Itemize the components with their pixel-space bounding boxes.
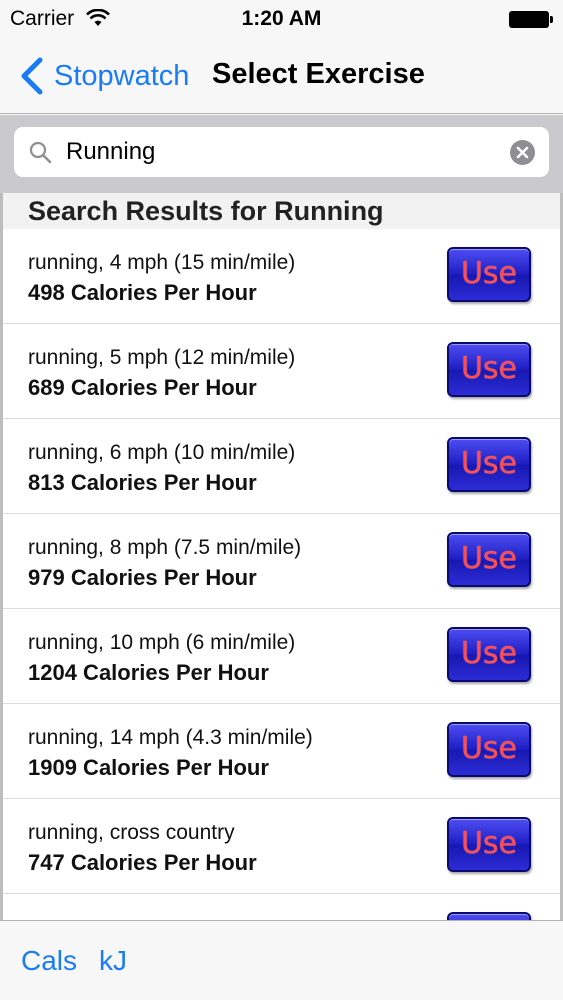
bottom-toolbar: Cals kJ [0,920,563,1000]
use-button[interactable]: Use [447,532,531,587]
back-label: Stopwatch [54,59,190,92]
back-button[interactable]: Stopwatch [18,54,189,98]
exercise-name: running, 4 mph (15 min/mile) [28,251,296,274]
clear-search-button[interactable] [510,140,535,165]
exercise-name: running, 5 mph (12 min/mile) [28,346,296,369]
use-button[interactable]: Use [447,627,531,682]
use-button[interactable]: Use [447,722,531,777]
list-item[interactable]: running, 5 mph (12 min/mile) 689 Calories… [3,324,560,419]
list-item[interactable]: running, 8 mph (7.5 min/mile) 979 Calorie… [3,514,560,609]
section-header: Search Results for Running [3,193,560,229]
calories-per-hour: 979 Calories Per Hour [28,565,257,590]
search-bar [0,115,563,193]
kj-button[interactable]: kJ [99,945,127,977]
use-button[interactable]: Use [447,437,531,492]
search-field[interactable] [14,127,549,177]
use-button[interactable]: Use [447,817,531,872]
clear-icon [516,146,529,159]
battery-icon [509,11,553,28]
search-icon [29,141,52,164]
nav-bar: Stopwatch Select Exercise [0,40,563,114]
results-list[interactable]: Search Results for Running running, 4 mp… [0,193,563,920]
list-item[interactable]: running, 10 mph (6 min/mile) 1204 Calorie… [3,609,560,704]
use-button[interactable]: Use [447,342,531,397]
list-item-partial: Use [3,894,560,920]
exercise-name: running, 10 mph (6 min/mile) [28,631,296,654]
search-input[interactable] [66,133,496,171]
calories-per-hour: 1909 Calories Per Hour [28,755,269,780]
status-bar: Carrier 1:20 AM [0,0,563,40]
exercise-name: running, 14 mph (4.3 min/mile) [28,726,313,749]
use-button[interactable]: Use [447,247,531,302]
cals-button[interactable]: Cals [21,945,77,977]
calories-per-hour: 747 Calories Per Hour [28,850,257,875]
list-item[interactable]: running, 6 mph (10 min/mile) 813 Calories… [3,419,560,514]
status-time: 1:20 AM [241,7,322,30]
calories-per-hour: 1204 Calories Per Hour [28,660,269,685]
calories-per-hour: 689 Calories Per Hour [28,375,257,400]
use-button[interactable]: Use [447,912,531,920]
exercise-name: running, cross country [28,821,235,844]
list-item[interactable]: running, cross country 747 Calories Per H… [3,799,560,894]
chevron-left-icon [21,57,43,95]
calories-per-hour: 498 Calories Per Hour [28,280,257,305]
page-title: Select Exercise [212,58,425,90]
exercise-name: running, 6 mph (10 min/mile) [28,441,296,464]
calories-per-hour: 813 Calories Per Hour [28,470,257,495]
list-item[interactable]: running, 4 mph (15 min/mile) 498 Calories… [3,229,560,324]
exercise-name: running, 8 mph (7.5 min/mile) [28,536,302,559]
list-item[interactable]: running, 14 mph (4.3 min/mile) 1909 Calor… [3,704,560,799]
